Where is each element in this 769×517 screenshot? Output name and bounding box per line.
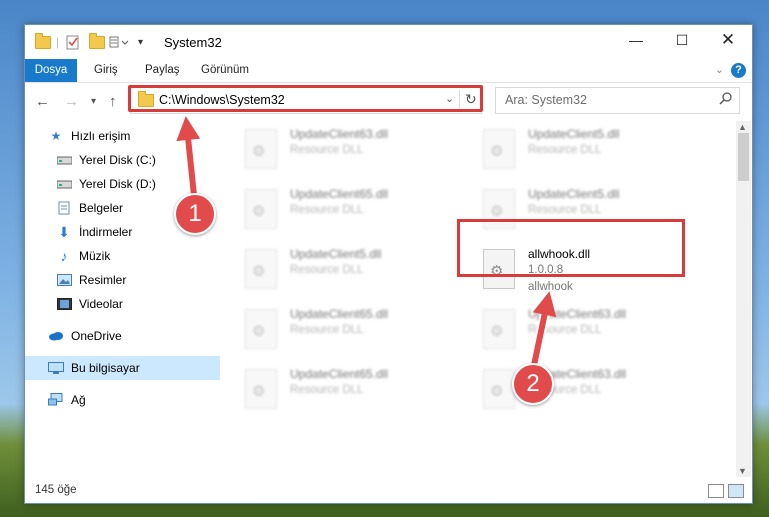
callout-2: 2 (512, 363, 554, 405)
callout-1: 1 (174, 193, 216, 235)
annotation-arrows (176, 116, 557, 372)
